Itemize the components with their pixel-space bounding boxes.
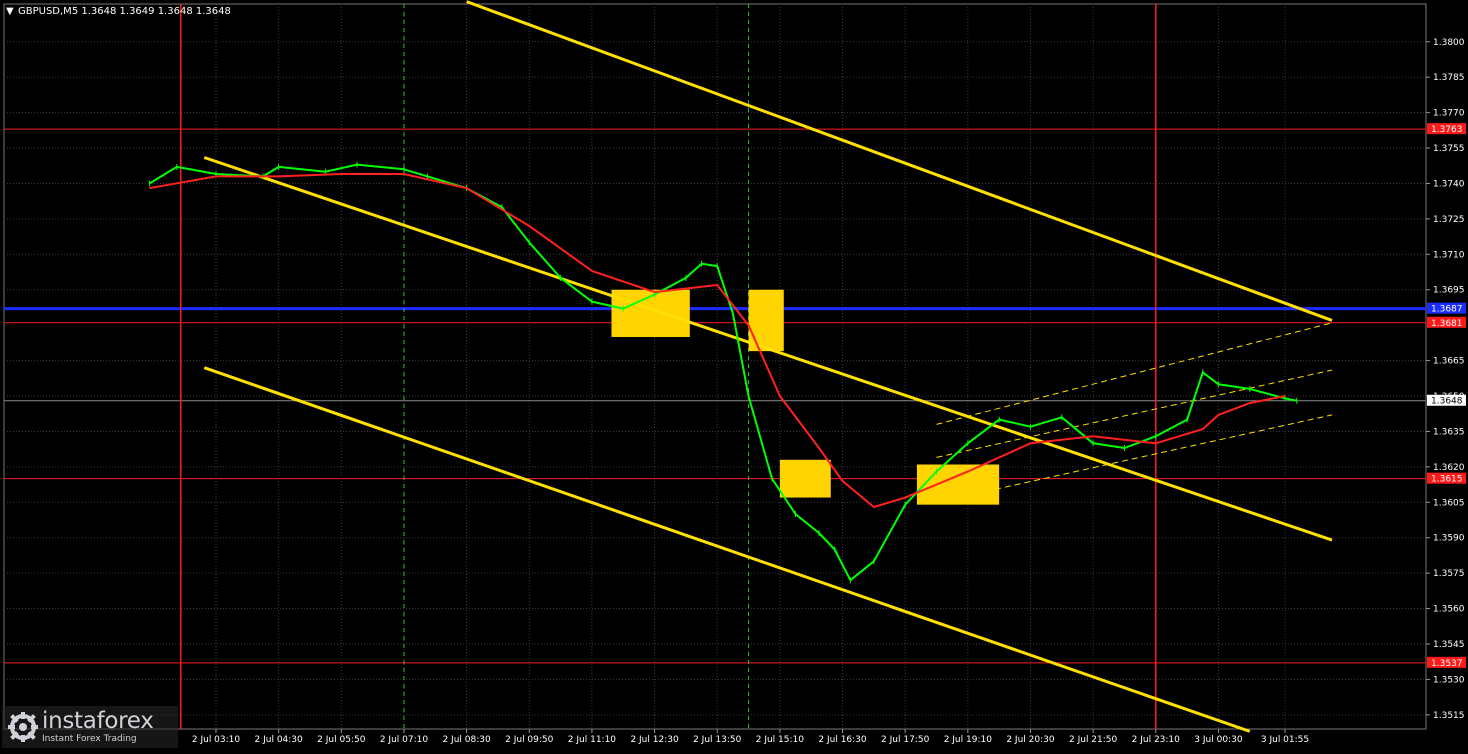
y-tick-label: 1.3590 — [1433, 534, 1465, 544]
x-tick-label: 3 Jul 01:55 — [1261, 735, 1309, 745]
y-tick-label: 1.3770 — [1433, 109, 1465, 119]
y-tick-label: 1.3785 — [1433, 73, 1465, 83]
level-price-label: 1.3687 — [1431, 305, 1463, 315]
x-tick-label: 2 Jul 17:50 — [881, 735, 930, 745]
x-tick-label: 2 Jul 09:50 — [505, 735, 554, 745]
x-tick-label: 2 Jul 05:50 — [317, 735, 366, 745]
x-tick-label: 2 Jul 11:10 — [568, 735, 617, 745]
y-tick-label: 1.3515 — [1433, 711, 1465, 721]
y-tick-label: 1.3740 — [1433, 179, 1465, 189]
y-tick-label: 1.3605 — [1433, 498, 1465, 508]
y-tick-label: 1.3695 — [1433, 286, 1465, 296]
x-tick-label: 2 Jul 20:30 — [1006, 735, 1055, 745]
x-tick-label: 2 Jul 04:30 — [255, 735, 304, 745]
logo-tagline: Instant Forex Trading — [42, 734, 137, 744]
y-tick-label: 1.3755 — [1433, 144, 1465, 154]
chart-title: GBPUSD,M5 1.3648 1.3649 1.3648 1.3648 — [18, 6, 231, 17]
x-tick-label: 2 Jul 07:10 — [380, 735, 429, 745]
x-tick-label: 2 Jul 16:30 — [818, 735, 867, 745]
level-price-label: 1.3615 — [1431, 475, 1463, 485]
level-price-label: 1.3763 — [1431, 125, 1463, 135]
x-tick-label: 2 Jul 15:10 — [756, 735, 805, 745]
collapse-triangle-icon[interactable]: ▼ — [6, 6, 14, 17]
y-tick-label: 1.3530 — [1433, 675, 1465, 685]
y-tick-label: 1.3800 — [1433, 38, 1465, 48]
y-tick-label: 1.3545 — [1433, 640, 1465, 650]
x-tick-label: 2 Jul 23:10 — [1132, 735, 1181, 745]
x-tick-label: 2 Jul 08:30 — [442, 735, 491, 745]
y-tick-label: 1.3725 — [1433, 215, 1465, 225]
y-tick-label: 1.3710 — [1433, 250, 1465, 260]
x-tick-label: 2 Jul 21:50 — [1069, 735, 1118, 745]
level-price-label: 1.3537 — [1431, 659, 1463, 669]
y-tick-label: 1.3665 — [1433, 357, 1465, 367]
y-tick-label: 1.3560 — [1433, 605, 1465, 615]
level-price-label: 1.3681 — [1431, 319, 1463, 329]
signal-box — [779, 459, 831, 498]
y-tick-label: 1.3620 — [1433, 463, 1465, 473]
x-tick-label: 2 Jul 19:10 — [944, 735, 993, 745]
chart-area[interactable]: 1.3800 1.3785 1.3770 1.3755 1.3740 1.3725 1.37… — [0, 0, 1468, 750]
broker-logo: instaforex Instant Forex Trading — [2, 706, 178, 748]
x-tick-label: 3 Jul 00:30 — [1194, 735, 1243, 745]
signal-box — [748, 289, 784, 352]
logo-icon — [8, 712, 38, 742]
y-tick-label: 1.3635 — [1433, 427, 1465, 437]
logo-brand-text: instaforex — [42, 708, 154, 734]
price-chart[interactable]: 1.3800 1.3785 1.3770 1.3755 1.3740 1.3725 1.37… — [0, 0, 1468, 750]
x-tick-label: 2 Jul 12:30 — [630, 735, 679, 745]
x-tick-label: 2 Jul 13:50 — [693, 735, 742, 745]
current-price-label: 1.3648 — [1431, 397, 1463, 407]
y-tick-label: 1.3575 — [1433, 569, 1465, 579]
signal-box — [916, 464, 1000, 505]
x-tick-label: 2 Jul 03:10 — [192, 735, 241, 745]
chart-header: ▼ GBPUSD,M5 1.3648 1.3649 1.3648 1.3648 — [6, 6, 231, 17]
